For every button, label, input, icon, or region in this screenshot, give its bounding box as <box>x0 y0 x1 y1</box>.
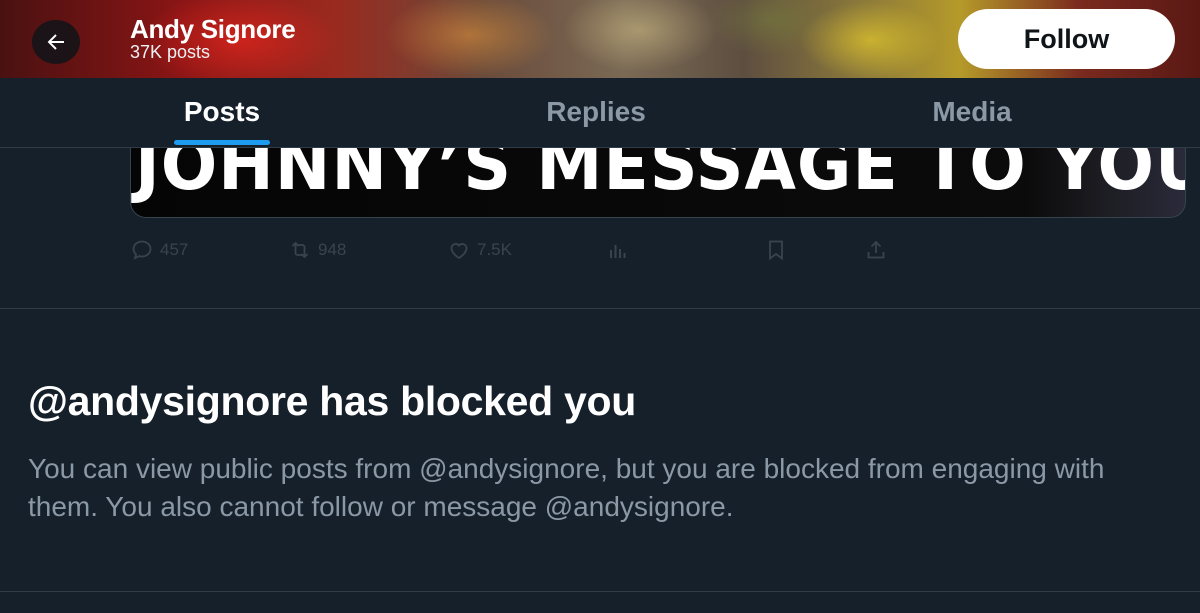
blocked-title: @andysignore has blocked you <box>28 378 637 424</box>
tab-media[interactable]: Media <box>862 96 1082 128</box>
follow-button[interactable]: Follow <box>958 9 1175 69</box>
profile-tabs: Posts Replies Media <box>0 78 1200 148</box>
views-icon <box>610 245 626 258</box>
repost-button[interactable]: 948 <box>288 238 346 262</box>
like-icon <box>450 243 468 260</box>
like-count: 7.5K <box>477 240 512 259</box>
share-button[interactable] <box>864 238 888 262</box>
post-divider <box>0 308 1200 309</box>
profile-header: Andy Signore 37K posts Follow <box>0 0 1200 78</box>
tab-posts[interactable]: Posts <box>112 96 332 128</box>
views-button[interactable] <box>606 238 630 262</box>
bookmark-icon <box>769 240 783 261</box>
like-button[interactable]: 7.5K <box>447 238 512 262</box>
post-actions: 457 948 7.5K <box>130 238 890 268</box>
repost-count: 948 <box>318 240 347 259</box>
reply-icon <box>132 240 152 260</box>
repost-icon <box>291 241 309 259</box>
bookmark-button[interactable] <box>764 238 788 262</box>
reply-button[interactable]: 457 <box>130 238 188 262</box>
post-count: 37K posts <box>130 42 211 62</box>
bottom-divider <box>0 591 1200 592</box>
post-image-text: JOHNNY’S MESSAGE TO YOU! <box>135 148 1186 206</box>
tab-replies[interactable]: Replies <box>486 96 706 128</box>
blocked-description: You can view public posts from @andysign… <box>28 453 1105 522</box>
reply-count: 457 <box>160 240 189 259</box>
active-tab-indicator <box>174 140 270 145</box>
back-button[interactable] <box>32 20 80 64</box>
share-icon <box>867 240 885 259</box>
profile-name: Andy Signore <box>130 14 296 44</box>
post-media-image[interactable]: JOHNNY’S MESSAGE TO YOU! <box>130 148 1186 218</box>
arrow-left-icon <box>47 34 64 50</box>
